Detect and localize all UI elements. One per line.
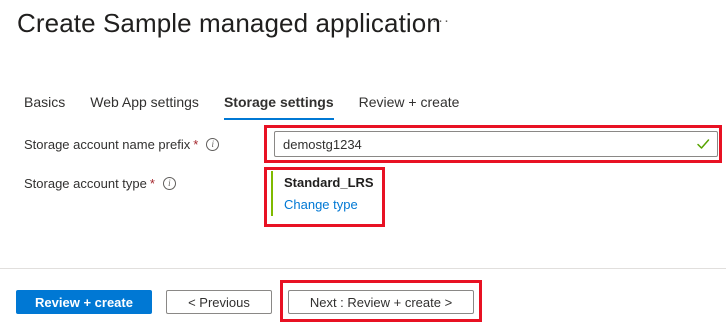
previous-button[interactable]: < Previous <box>166 290 272 314</box>
review-create-button[interactable]: Review + create <box>16 290 152 314</box>
required-marker: * <box>193 137 199 152</box>
storage-prefix-label: Storage account name prefix <box>24 137 191 152</box>
storage-prefix-label-row: Storage account name prefix * i <box>24 137 220 152</box>
storage-type-label-row: Storage account type * i <box>24 176 176 191</box>
storage-prefix-value: demostg1234 <box>283 136 362 152</box>
footer-divider <box>0 268 726 269</box>
tab-basics[interactable]: Basics <box>24 94 65 120</box>
tab-web-app-settings[interactable]: Web App settings <box>90 94 199 120</box>
storage-type-value: Standard_LRS <box>284 175 374 190</box>
info-icon[interactable]: i <box>162 177 176 190</box>
more-options-icon[interactable]: ··· <box>432 12 450 29</box>
tab-storage-settings[interactable]: Storage settings <box>223 94 334 120</box>
tab-review-create[interactable]: Review + create <box>359 94 460 120</box>
storage-type-selector: Standard_LRS Change type <box>271 171 374 216</box>
page-title: Create Sample managed application <box>17 8 441 38</box>
storage-prefix-input[interactable]: demostg1234 <box>274 131 718 157</box>
checkmark-icon <box>697 139 710 149</box>
next-button[interactable]: Next : Review + create > <box>288 290 474 314</box>
storage-type-label: Storage account type <box>24 176 147 191</box>
required-marker: * <box>149 176 155 191</box>
wizard-tabs: Basics Web App settings Storage settings… <box>24 94 484 120</box>
info-icon[interactable]: i <box>206 138 220 151</box>
change-type-link[interactable]: Change type <box>284 197 374 212</box>
